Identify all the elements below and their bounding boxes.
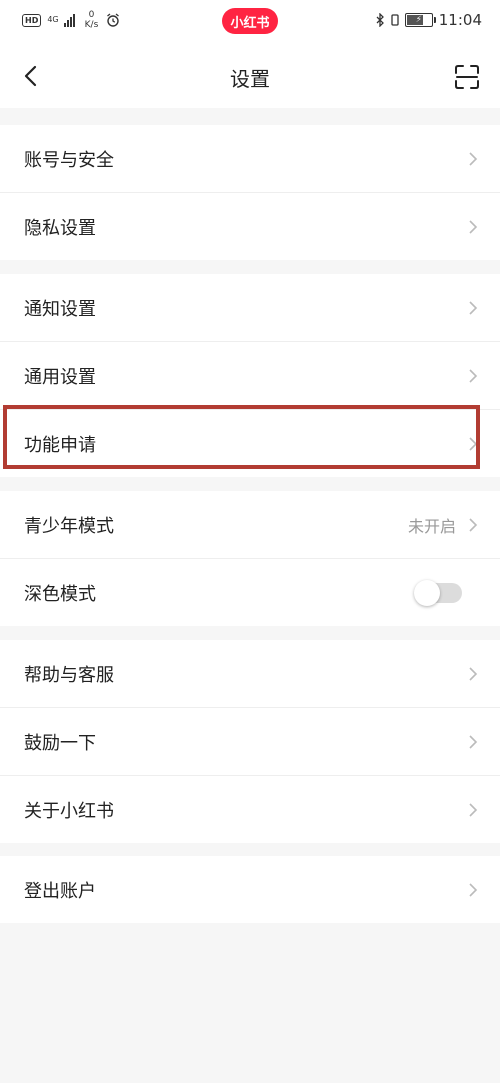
bluetooth-icon — [376, 13, 384, 27]
network-type: 4G — [47, 15, 59, 24]
clock: 11:04 — [438, 11, 482, 29]
nav-bar: 设置 — [0, 44, 500, 108]
settings-group-logout: 登出账户 — [0, 856, 500, 923]
status-right: ⚡ 11:04 — [375, 11, 482, 29]
teen-mode-status: 未开启 — [407, 516, 456, 536]
settings-group-general: 通知设置 通用设置 功能申请 — [0, 274, 500, 477]
settings-item-feature-request[interactable]: 功能申请 — [0, 410, 500, 477]
settings-item-account-security[interactable]: 账号与安全 — [0, 125, 500, 193]
settings-group-help: 帮助与客服 鼓励一下 关于小红书 — [0, 640, 500, 843]
page-title: 设置 — [230, 67, 270, 91]
toggle-knob — [414, 579, 440, 606]
chevron-right-icon — [469, 219, 478, 234]
settings-item-label: 功能申请 — [24, 434, 96, 456]
settings-item-label: 深色模式 — [24, 583, 96, 605]
settings-item-label: 鼓励一下 — [24, 732, 96, 754]
settings-item-label: 关于小红书 — [24, 800, 114, 822]
net-speed-unit: K/s — [84, 20, 99, 30]
settings-item-label: 登出账户 — [24, 880, 96, 902]
network-indicator: 4G — [47, 16, 58, 24]
settings-group-modes: 青少年模式 未开启 深色模式 — [0, 491, 500, 626]
vibrate-icon — [391, 14, 399, 26]
battery-icon: ⚡ — [404, 13, 436, 27]
settings-item-about[interactable]: 关于小红书 — [0, 776, 500, 843]
chevron-right-icon — [469, 734, 478, 749]
settings-item-general[interactable]: 通用设置 — [0, 342, 500, 410]
chevron-right-icon — [469, 802, 478, 817]
scan-icon[interactable] — [454, 64, 480, 90]
settings-item-label: 通用设置 — [24, 366, 96, 388]
chevron-right-icon — [469, 300, 478, 315]
settings-item-help[interactable]: 帮助与客服 — [0, 640, 500, 708]
settings-item-teen-mode[interactable]: 青少年模式 未开启 — [0, 491, 500, 559]
chevron-right-icon — [469, 151, 478, 166]
chevron-right-icon — [469, 436, 478, 451]
settings-group-account: 账号与安全 隐私设置 — [0, 125, 500, 260]
chevron-right-icon — [469, 517, 478, 532]
status-bar: HD 4G 0 K/s 小红书 ⚡ 11:04 — [0, 0, 500, 44]
settings-item-label: 青少年模式 — [24, 515, 114, 537]
settings-item-rate[interactable]: 鼓励一下 — [0, 708, 500, 776]
net-speed-value: 0 — [88, 10, 95, 20]
hd-badge: HD — [22, 13, 42, 27]
dark-mode-toggle[interactable] — [414, 579, 462, 606]
settings-item-label: 隐私设置 — [24, 217, 96, 239]
alarm-icon — [107, 13, 120, 27]
settings-item-logout[interactable]: 登出账户 — [0, 856, 500, 923]
status-left: HD 4G 0 K/s — [22, 10, 120, 30]
settings-item-label: 通知设置 — [24, 298, 96, 320]
signal-icon — [63, 13, 75, 27]
net-speed: 0 K/s — [85, 10, 99, 30]
settings-item-label: 账号与安全 — [24, 149, 114, 171]
chevron-right-icon — [469, 882, 478, 897]
chevron-right-icon — [469, 666, 478, 681]
chevron-right-icon — [469, 368, 478, 383]
settings-item-dark-mode: 深色模式 — [0, 559, 500, 626]
app-logo-badge: 小红书 — [222, 8, 278, 34]
settings-item-notifications[interactable]: 通知设置 — [0, 274, 500, 342]
settings-item-privacy[interactable]: 隐私设置 — [0, 193, 500, 260]
settings-item-label: 帮助与客服 — [24, 664, 114, 686]
